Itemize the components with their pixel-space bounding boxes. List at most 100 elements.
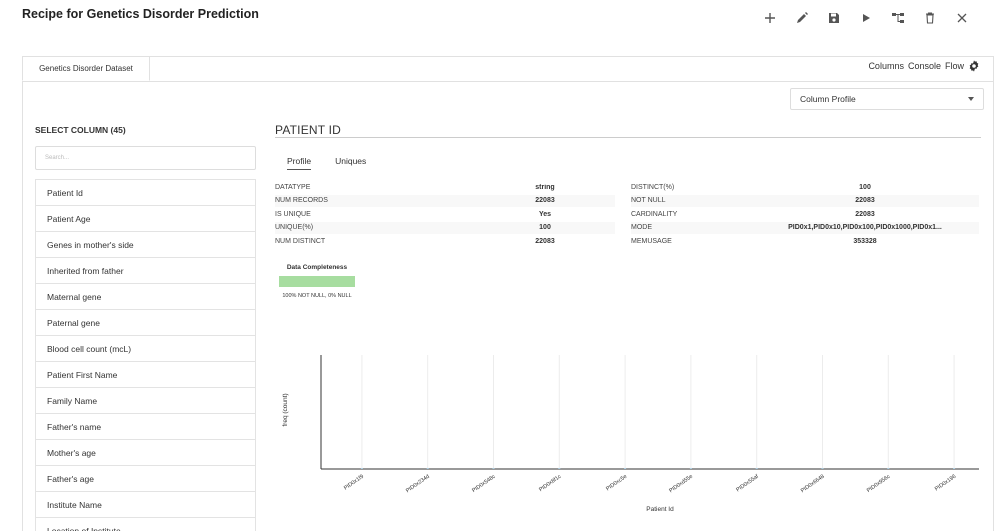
chart-x-tick-label: PID0x1f9	[343, 474, 365, 492]
run-button[interactable]	[850, 7, 882, 29]
select-column-title: SELECT COLUMN (45)	[35, 125, 126, 135]
stat-row: UNIQUE(%) 100	[275, 221, 615, 235]
toolbar	[754, 7, 978, 29]
stat-key: IS UNIQUE	[275, 210, 311, 218]
stat-row: NOT NULL 22083	[631, 194, 979, 208]
stat-value: 100	[539, 224, 551, 232]
title-divider	[275, 137, 981, 138]
chart-bar	[360, 468, 363, 469]
edit-button[interactable]	[786, 7, 818, 29]
stat-value: 22083	[535, 237, 555, 245]
column-profile-select[interactable]: Column Profile	[790, 88, 984, 110]
stat-key: UNIQUE(%)	[275, 224, 314, 232]
chart-x-tick-label: PID0x55af	[735, 473, 760, 493]
chart-bar	[426, 468, 429, 469]
stat-key: CARDINALITY	[631, 210, 678, 218]
tab-uniques[interactable]: Uniques	[335, 156, 366, 170]
save-button[interactable]	[818, 7, 850, 29]
top-links: Columns Console Flow	[868, 60, 980, 72]
edit-icon	[797, 12, 808, 23]
column-list-item[interactable]: Inherited from father	[36, 258, 255, 284]
stat-value: string	[535, 183, 555, 191]
column-list-item[interactable]: Mother's age	[36, 440, 255, 466]
delete-icon	[926, 12, 934, 24]
column-list-item[interactable]: Patient Id	[36, 180, 255, 206]
stat-key: NOT NULL	[631, 197, 666, 205]
stats-table-left: DATATYPE string NUM RECORDS 22083 IS UNIQUE Y…	[275, 181, 615, 249]
frequency-chart: PID0x1f9 PID0x234d PID0x548c PID0x8f1c PID0x…	[282, 355, 979, 513]
chart-x-axis-label: Patient Id	[646, 506, 674, 513]
column-list-item[interactable]: Father's age	[36, 466, 255, 492]
profile-tabs: Profile Uniques	[287, 156, 366, 170]
close-button[interactable]	[946, 7, 978, 29]
chart-y-axis-label: freq (count)	[282, 393, 289, 426]
column-list-item[interactable]: Patient First Name	[36, 362, 255, 388]
stat-value: 22083	[535, 197, 555, 205]
add-button[interactable]	[754, 7, 786, 29]
column-detail-title: PATIENT ID	[275, 123, 342, 137]
column-list-item[interactable]: Family Name	[36, 388, 255, 414]
stat-value: 22083	[855, 210, 875, 218]
chart-bar	[492, 468, 495, 469]
tab-genetics-disorder-dataset[interactable]: Genetics Disorder Dataset	[22, 56, 150, 81]
stats-table-right: DISTINCT(%) 100 NOT NULL 22083 CARDINALITY 22…	[631, 181, 979, 249]
gear-icon[interactable]	[968, 60, 980, 72]
stat-row: NUM RECORDS 22083	[275, 194, 615, 208]
chart-x-tick-label: PID0xd55e	[668, 474, 694, 495]
console-link[interactable]: Console	[908, 61, 941, 71]
stat-value: 100	[859, 183, 871, 191]
column-list-item[interactable]: Location of Institute	[36, 518, 255, 531]
stat-value: Yes	[538, 210, 552, 218]
stat-row: MODE PID0x1,PID0x10,PID0x100,PID0x1000,PI…	[631, 221, 979, 235]
data-completeness-bar	[279, 276, 355, 287]
chart-bar	[558, 468, 561, 469]
chart-x-tick-label: PID0xc5e	[605, 474, 628, 493]
tab-bar-divider	[22, 81, 994, 82]
chart-x-tick-label: PID0x6648	[800, 474, 826, 495]
run-icon	[863, 14, 870, 22]
flow-link[interactable]: Flow	[945, 61, 964, 71]
chart-bar	[821, 468, 824, 469]
stat-value: 22083	[855, 197, 875, 205]
page-title: Recipe for Genetics Disorder Prediction	[22, 7, 259, 21]
column-list-item[interactable]: Institute Name	[36, 492, 255, 518]
stat-row: MEMUSAGE 353328	[631, 235, 979, 249]
delete-button[interactable]	[914, 7, 946, 29]
stat-row: DISTINCT(%) 100	[631, 181, 979, 195]
stat-row: NUM DISTINCT 22083	[275, 235, 615, 249]
tab-profile[interactable]: Profile	[287, 156, 312, 170]
flow-tree-icon	[892, 13, 904, 23]
column-list-item[interactable]: Genes in mother's side	[36, 232, 255, 258]
chart-bar	[953, 468, 956, 469]
data-completeness-title: Data Completeness	[286, 264, 348, 271]
stat-row: DATATYPE string	[275, 181, 615, 195]
stat-value: 353328	[853, 237, 877, 245]
chart-x-tick-label: PID0x956c	[866, 474, 892, 494]
add-icon	[765, 13, 775, 23]
chart-x-tick-label: PID0x234d	[405, 474, 431, 495]
stat-key: NUM DISTINCT	[275, 237, 326, 245]
column-list-item[interactable]: Patient Age	[36, 206, 255, 232]
stat-row: IS UNIQUE Yes	[275, 208, 615, 222]
stat-key: MEMUSAGE	[631, 237, 672, 245]
column-list-item[interactable]: Paternal gene	[36, 310, 255, 336]
stat-key: DATATYPE	[275, 183, 311, 191]
stat-value: PID0x1,PID0x10,PID0x100,PID0x1000,PID0x1…	[788, 224, 942, 232]
chart-x-tick-label: PID0x196	[934, 474, 957, 493]
columns-link[interactable]: Columns	[868, 61, 904, 71]
stat-key: NUM RECORDS	[275, 197, 328, 205]
stat-key: MODE	[631, 224, 652, 232]
chart-x-tick-label: PID0x548c	[471, 474, 497, 494]
close-icon	[957, 13, 967, 23]
column-list: Patient Id Patient Age Genes in mother's s…	[35, 179, 256, 531]
save-icon	[829, 13, 839, 23]
column-list-item[interactable]: Maternal gene	[36, 284, 255, 310]
column-list-item[interactable]: Blood cell count (mcL)	[36, 336, 255, 362]
chart-bar	[887, 468, 890, 469]
chart-x-tick-label: PID0x8f1c	[538, 474, 562, 494]
flow-tree-button[interactable]	[882, 7, 914, 29]
caret-down-icon	[968, 97, 974, 101]
chart-bar	[689, 468, 692, 469]
column-search-input[interactable]: Search...	[35, 146, 256, 170]
column-list-item[interactable]: Father's name	[36, 414, 255, 440]
